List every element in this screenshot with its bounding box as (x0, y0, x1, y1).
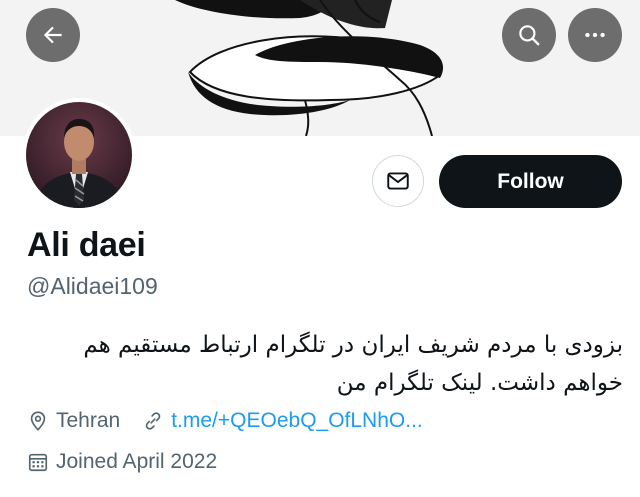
follow-button[interactable]: Follow (439, 155, 622, 208)
more-options-button[interactable] (568, 8, 622, 62)
profile-bio: بزودی با مردم شریف ایران در تلگرام ارتبا… (83, 332, 623, 396)
back-button[interactable] (26, 8, 80, 62)
calendar-icon (27, 451, 49, 473)
search-button[interactable] (502, 8, 556, 62)
user-handle: @Alidaei109 (27, 273, 158, 299)
envelope-icon (387, 172, 409, 190)
profile-meta-row: Tehran t.me/+QEOebQ_OfLNhO... (27, 409, 423, 433)
joined-row: Joined April 2022 (27, 450, 217, 474)
search-icon (519, 25, 540, 46)
avatar-photo (26, 102, 132, 208)
arrow-left-icon (43, 26, 62, 44)
more-horizontal-icon (585, 32, 605, 38)
profile-link[interactable]: t.me/+QEOebQ_OfLNhO... (171, 409, 423, 433)
display-name: Ali daei (27, 226, 146, 264)
location-pin-icon (27, 410, 49, 432)
location-text: Tehran (56, 409, 121, 432)
avatar[interactable] (22, 98, 136, 212)
link-icon (142, 410, 164, 432)
joined-date: Joined April 2022 (56, 450, 218, 473)
message-button[interactable] (372, 155, 424, 207)
